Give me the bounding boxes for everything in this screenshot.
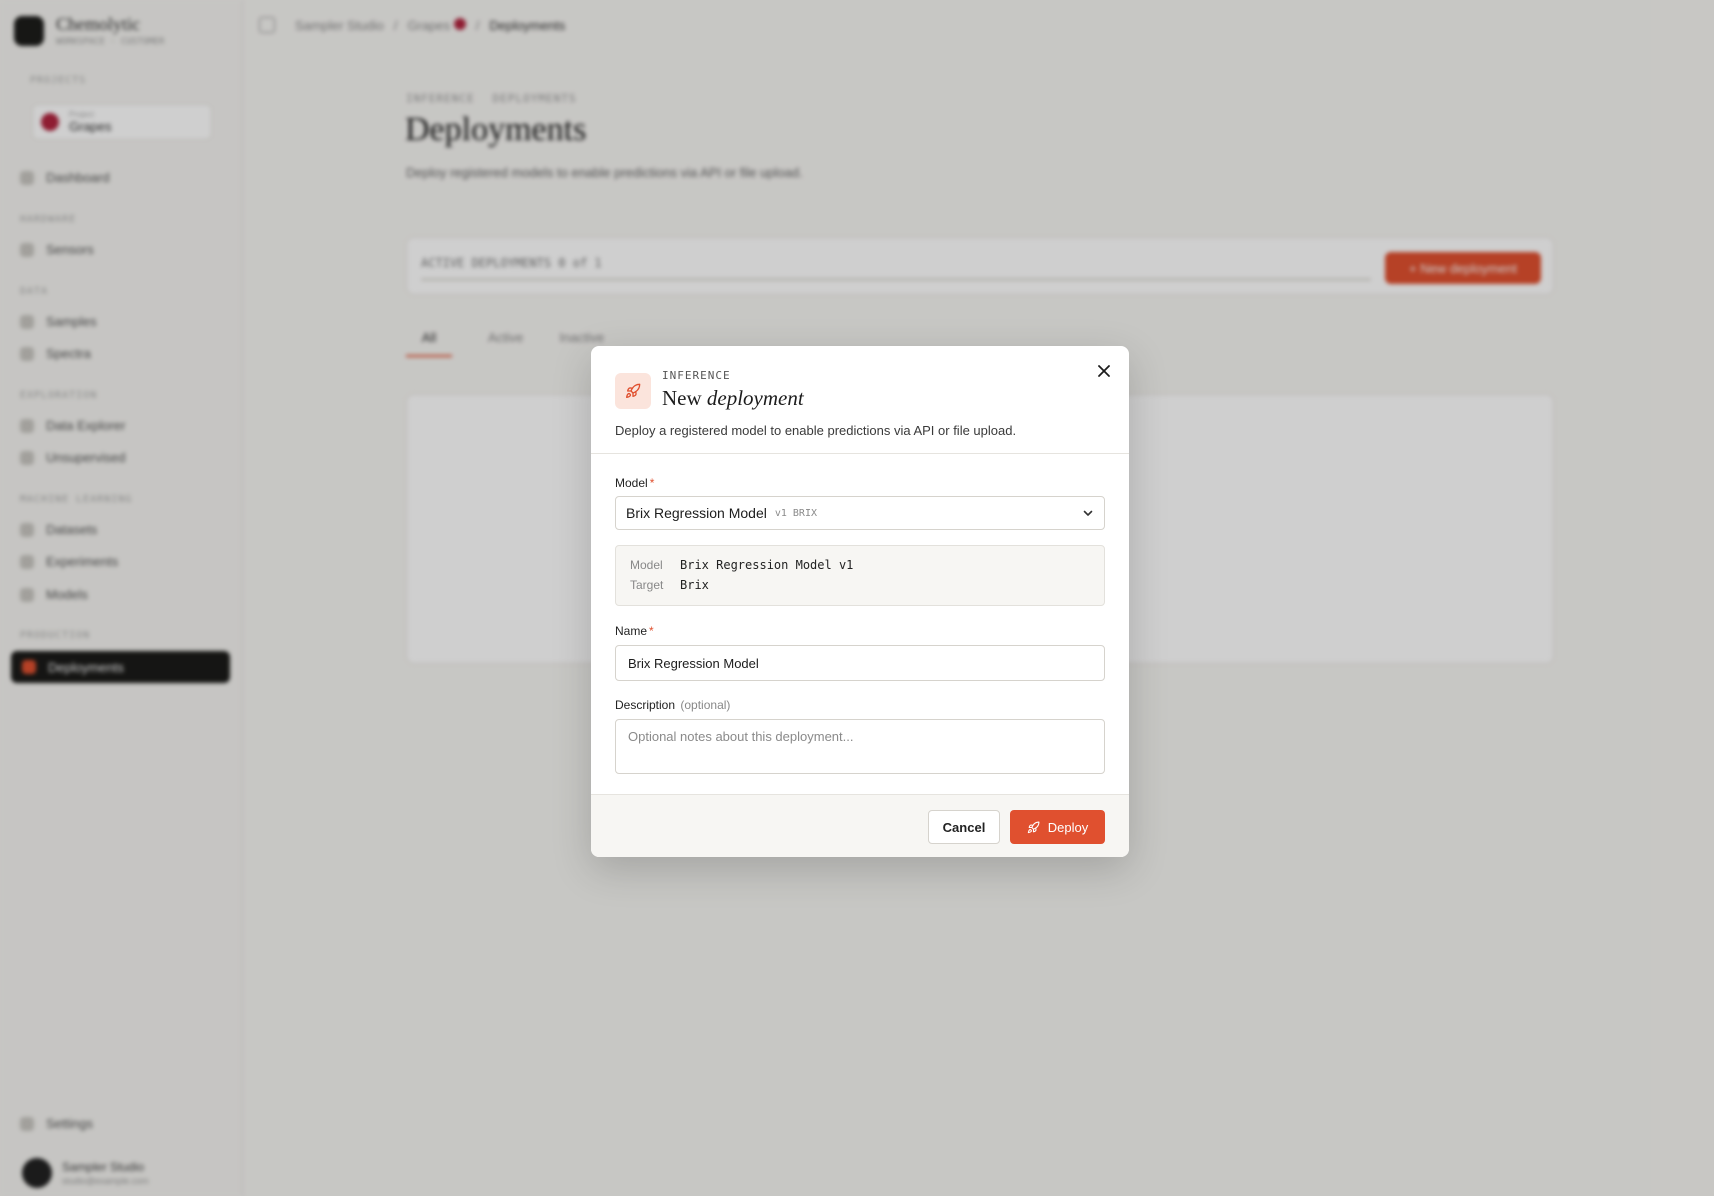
summary-value: Brix bbox=[680, 578, 709, 592]
name-label-text: Name bbox=[615, 624, 648, 638]
name-label: Name * bbox=[615, 624, 654, 638]
summary-row-model: Model Brix Regression Model v1 bbox=[630, 558, 853, 572]
deploy-button[interactable]: Deploy bbox=[1010, 810, 1105, 844]
close-icon bbox=[1098, 365, 1110, 377]
summary-row-target: Target Brix bbox=[630, 578, 709, 592]
optional-note: (optional) bbox=[680, 698, 731, 712]
model-select[interactable]: Brix Regression Model v1 BRIX bbox=[615, 496, 1105, 530]
dialog-title-plain: New bbox=[662, 386, 702, 410]
model-summary: Model Brix Regression Model v1 Target Br… bbox=[615, 545, 1105, 606]
required-mark: * bbox=[649, 476, 655, 490]
rocket-icon bbox=[615, 373, 651, 409]
model-select-tag: v1 BRIX bbox=[774, 507, 817, 519]
description-label-text: Description bbox=[615, 698, 676, 712]
deploy-button-label: Deploy bbox=[1047, 819, 1089, 835]
dialog-description: Deploy a registered model to enable pred… bbox=[615, 423, 1017, 438]
close-button[interactable] bbox=[1093, 360, 1115, 382]
chevron-down-icon bbox=[1083, 510, 1093, 516]
model-label: Model * bbox=[615, 476, 654, 490]
dialog-title: New deployment bbox=[662, 386, 804, 411]
new-deployment-dialog: INFERENCE New deployment Deploy a regist… bbox=[591, 346, 1129, 857]
summary-value: Brix Regression Model v1 bbox=[680, 558, 854, 572]
dialog-eyebrow: INFERENCE bbox=[662, 369, 731, 382]
dialog-title-italic: deployment bbox=[706, 386, 804, 410]
model-label-text: Model bbox=[615, 476, 648, 490]
summary-key: Target bbox=[630, 578, 664, 592]
name-input[interactable] bbox=[615, 645, 1105, 681]
model-select-value: Brix Regression Model bbox=[626, 505, 767, 521]
description-textarea[interactable] bbox=[615, 719, 1105, 774]
required-mark: * bbox=[649, 624, 654, 638]
dialog-header: INFERENCE New deployment Deploy a regist… bbox=[591, 346, 1129, 454]
cancel-button[interactable]: Cancel bbox=[928, 810, 1000, 844]
summary-key: Model bbox=[630, 558, 663, 572]
dialog-footer: Cancel Deploy bbox=[591, 794, 1129, 857]
description-label: Description (optional) bbox=[615, 698, 730, 712]
rocket-icon bbox=[1027, 821, 1040, 833]
